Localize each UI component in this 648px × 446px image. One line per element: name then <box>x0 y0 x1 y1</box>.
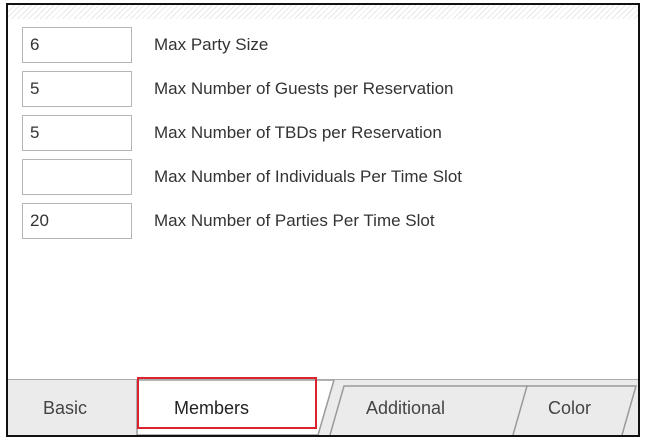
max-tbds-per-reservation-input[interactable] <box>22 115 132 151</box>
max-guests-per-reservation-label: Max Number of Guests per Reservation <box>154 79 454 98</box>
tab-additional[interactable]: Additional <box>330 380 520 430</box>
tab-basic[interactable]: Basic <box>8 380 136 430</box>
tab-additional-label: Additional <box>366 398 446 418</box>
max-individuals-per-time-slot-input[interactable] <box>22 159 132 195</box>
tab-color[interactable]: Color <box>523 380 633 430</box>
panel-top-hatch <box>8 5 638 19</box>
members-tab-highlight <box>137 377 317 429</box>
tab-color-label: Color <box>548 398 592 418</box>
max-parties-per-time-slot-label: Max Number of Parties Per Time Slot <box>154 211 435 230</box>
max-party-size-input[interactable] <box>22 27 132 63</box>
tab-bar: Basic Members Additional Color <box>8 377 638 435</box>
tab-basic-label: Basic <box>43 398 88 418</box>
settings-panel: Max Party Size Max Number of Guests per … <box>6 3 640 437</box>
max-individuals-per-time-slot-label: Max Number of Individuals Per Time Slot <box>154 167 463 186</box>
max-tbds-per-reservation-label: Max Number of TBDs per Reservation <box>154 123 442 142</box>
max-parties-per-time-slot-input[interactable] <box>22 203 132 239</box>
max-guests-per-reservation-input[interactable] <box>22 71 132 107</box>
max-party-size-label: Max Party Size <box>154 35 269 54</box>
